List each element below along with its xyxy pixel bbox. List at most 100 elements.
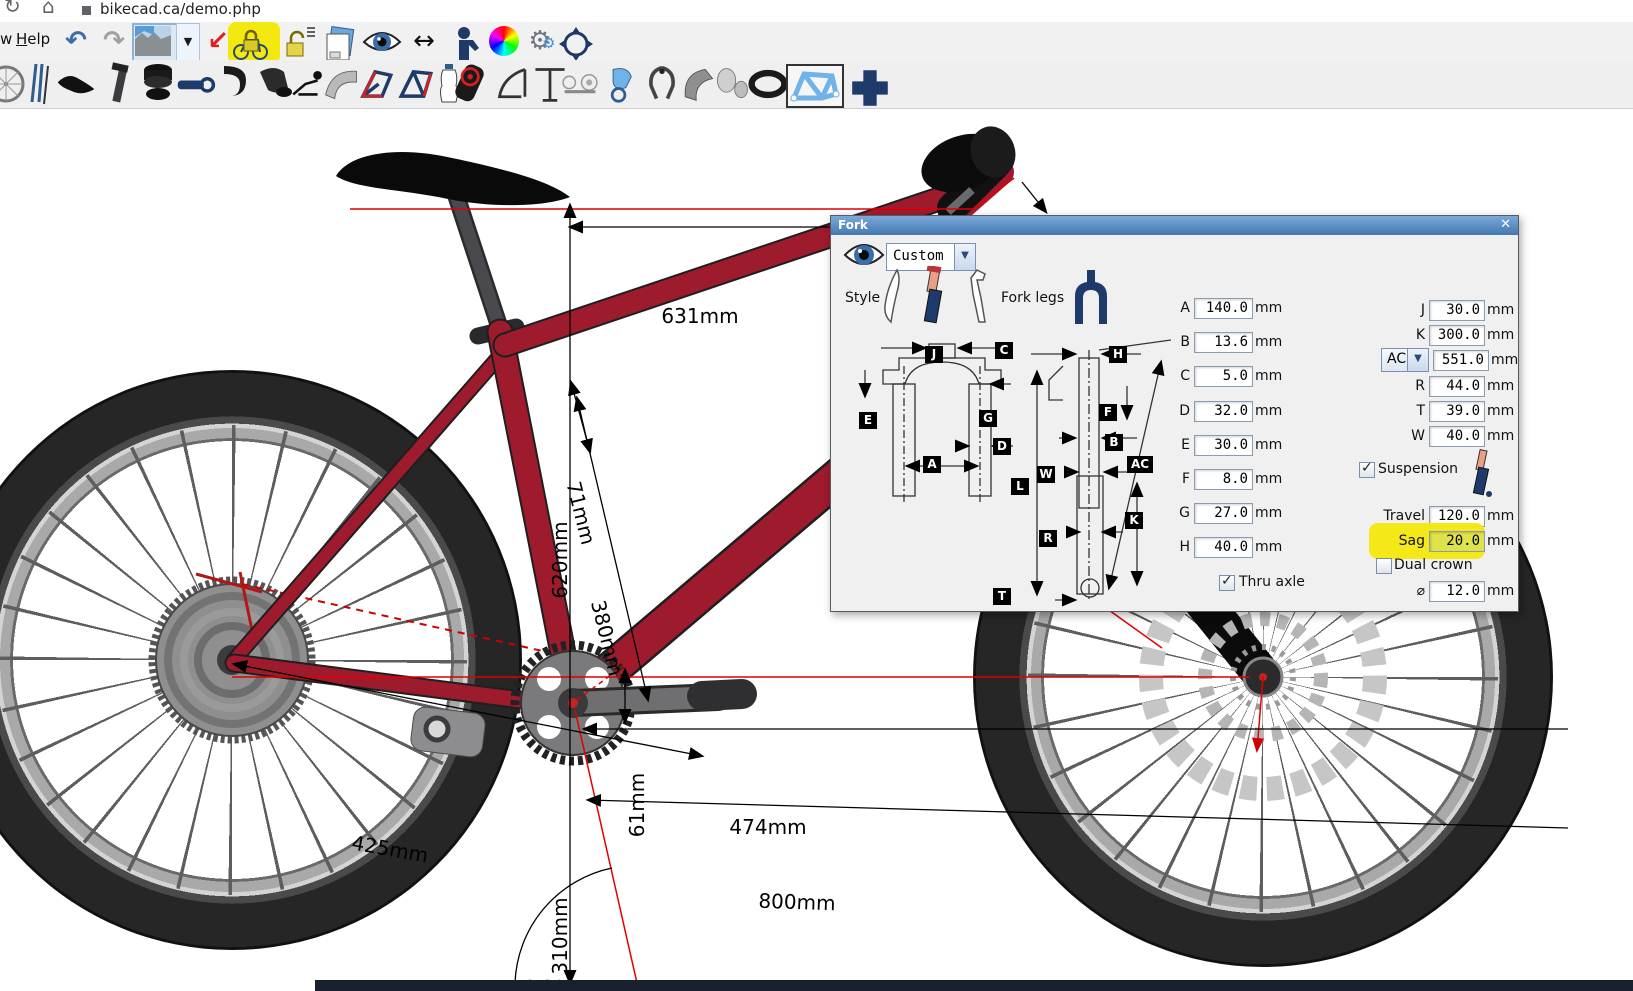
sag-unit: mm [1487,533,1514,549]
part-frame-red-button[interactable] [356,62,396,106]
field-J-label: J [1331,302,1425,318]
thru-axle-checkbox[interactable] [1219,575,1235,591]
field-F-unit: mm [1255,471,1282,487]
close-icon[interactable]: ✕ [1500,217,1511,232]
menu-help[interactable]: HHelpelp [16,30,50,48]
suspension-mini-icon [1469,448,1495,498]
display-mode-button[interactable] [132,23,178,63]
field-R-input[interactable]: 44.0 [1429,376,1485,397]
travel-unit: mm [1487,508,1514,524]
part-tire-button[interactable] [748,62,788,106]
stand-icon [494,62,534,106]
dim-front-center: 474mm [729,815,806,839]
suspension-label: Suspension [1378,461,1458,477]
color-wheel-icon [489,26,519,56]
field-T-input[interactable]: 39.0 [1429,401,1485,422]
field-G-input[interactable]: 27.0 [1194,503,1253,524]
field-F-input[interactable]: 8.0 [1194,469,1253,490]
field-J-input[interactable]: 30.0 [1429,300,1485,321]
dim-wheelbase: 800mm [758,889,836,916]
field-B-input[interactable]: 13.6 [1194,332,1253,353]
stem-icon [176,62,216,106]
field-B-unit: mm [1255,334,1282,350]
axle-diameter-input[interactable]: 12.0 [1429,581,1485,602]
field-K-unit: mm [1487,327,1514,343]
part-saddle-button[interactable] [56,62,96,106]
fork-preset-value: Custom [893,248,944,264]
field-G-label: G [1156,505,1190,521]
ac-dropdown[interactable]: AC ▼ [1381,348,1429,372]
field-H-input[interactable]: 40.0 [1194,537,1253,558]
home-icon[interactable]: ⌂ [42,0,55,18]
field-B-label: B [1156,334,1190,350]
dim-bb-height: 310mm [548,897,572,974]
frame-outline-icon [788,66,842,106]
reload-icon[interactable]: ↻ [4,0,21,18]
part-stand-button[interactable] [494,62,534,106]
chevron-down-icon[interactable]: ▼ [954,244,975,270]
field-G-unit: mm [1255,505,1282,521]
rider-button[interactable] [446,26,482,60]
style-curved-blade-icon[interactable] [877,268,907,324]
redo-button[interactable]: ↷ [96,24,132,58]
gears-button[interactable]: ⚙⚙ [522,24,558,58]
travel-label: Travel [1331,508,1425,524]
field-W-input[interactable]: 40.0 [1429,426,1485,447]
field-H-label: H [1156,539,1190,555]
part-bb-button[interactable] [452,62,492,106]
style-suspension-icon[interactable] [919,266,949,326]
style-straight-blade-icon[interactable] [963,268,993,324]
dialog-title: Fork [838,218,868,232]
seat-stay [234,352,503,660]
field-A-label: A [1156,300,1190,316]
dialog-titlebar[interactable]: Fork ✕ [831,216,1518,235]
part-headset-button[interactable] [138,62,178,106]
address-url[interactable]: bikecad.ca/demo.php [100,0,261,18]
part-derailleur-button[interactable] [604,62,644,106]
undo-button[interactable]: ↶ [58,24,94,58]
field-C-unit: mm [1255,368,1282,384]
unlock-button[interactable] [282,26,318,60]
field-K-input[interactable]: 300.0 [1429,325,1485,346]
field-D-input[interactable]: 32.0 [1194,401,1253,422]
display-mode-dropdown[interactable]: ▼ [176,23,200,61]
fork-legs-icon[interactable] [1071,268,1111,326]
title-block-button[interactable] [322,26,358,60]
redo-icon: ↷ [103,26,125,56]
part-handlebar-button[interactable] [216,62,256,106]
part-brake-button[interactable] [642,62,682,106]
part-stem-button[interactable] [176,62,216,106]
field-C-input[interactable]: 5.0 [1194,366,1253,387]
field-A-input[interactable]: 140.0 [1194,298,1253,319]
fork-dialog[interactable]: Fork ✕ Custom ▼ Style Fork legs [830,215,1519,612]
dimension-tool-button[interactable]: ↔ [406,24,442,58]
field-E-input[interactable]: 30.0 [1194,435,1253,456]
part-frame-outline-button-selected[interactable] [786,64,844,108]
eye-icon[interactable] [843,240,885,270]
part-seatpost-button[interactable] [100,62,140,106]
trainer-icon [560,62,600,106]
diagram-label-L: L [1011,478,1029,495]
part-hub-button[interactable] [712,62,752,106]
diagram-label-T: T [993,588,1011,605]
title-block-icon [322,26,358,62]
chainstay-bracket [410,706,487,758]
dim-saddle-height: 620mm [548,521,572,598]
menu-partial[interactable]: w [0,30,12,48]
lock-bike-button[interactable] [232,26,268,60]
dual-crown-checkbox[interactable] [1376,558,1392,574]
chevron-down-icon[interactable]: ▼ [1407,349,1428,371]
terrain-icon [134,25,172,57]
suspension-checkbox[interactable] [1359,462,1375,478]
browser-toolbar: ↻ ⌂ bikecad.ca/demo.php [0,0,1633,22]
field-E-label: E [1156,437,1190,453]
field-AC-input[interactable]: 551.0 [1433,350,1489,371]
sag-input[interactable]: 20.0 [1429,531,1485,552]
orbit-view-button[interactable] [558,26,594,60]
field-A-unit: mm [1255,300,1282,316]
field-W-label: W [1331,428,1425,444]
visibility-button[interactable] [362,28,398,62]
add-part-button[interactable] [850,66,890,110]
part-trainer-button[interactable] [560,62,600,106]
color-wheel-button[interactable] [486,24,522,58]
